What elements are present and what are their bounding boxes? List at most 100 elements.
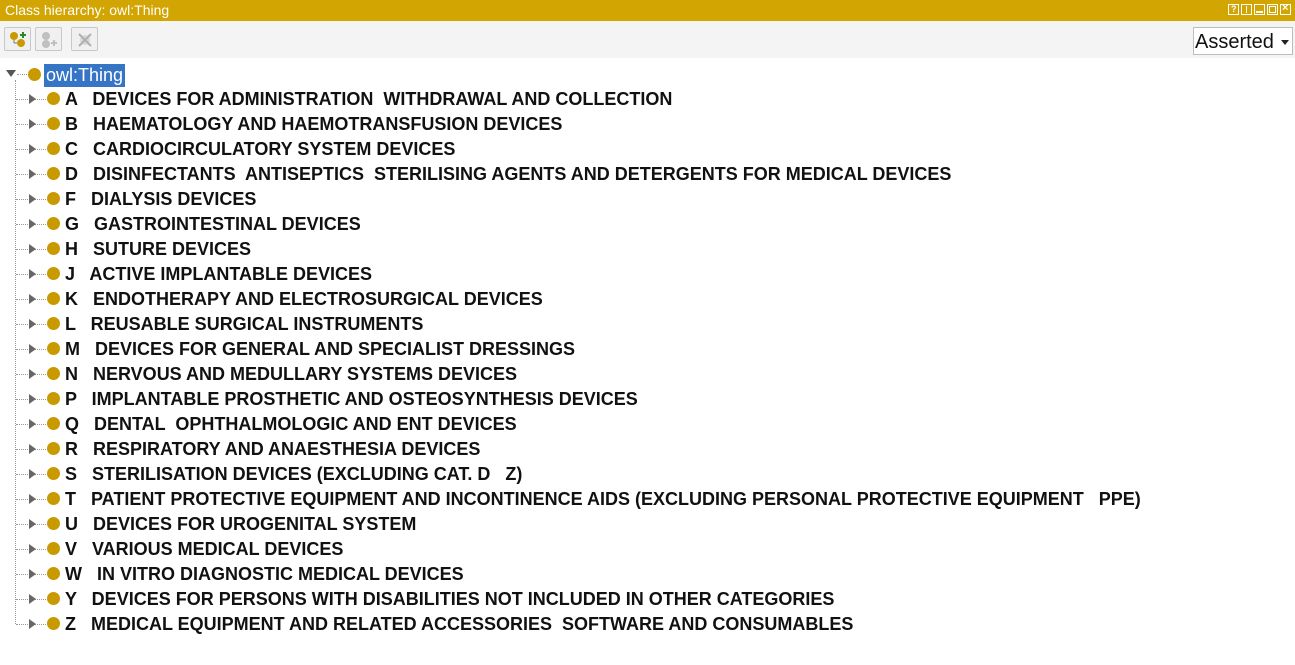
tree-node-label[interactable]: T PATIENT PROTECTIVE EQUIPMENT AND INCON… — [65, 487, 1141, 512]
collapsed-toggle-icon[interactable] — [29, 494, 36, 504]
class-icon — [47, 142, 60, 155]
tree-node[interactable]: Z MEDICAL EQUIPMENT AND RELATED ACCESSOR… — [0, 612, 1290, 637]
tree-node[interactable]: B HAEMATOLOGY AND HAEMOTRANSFUSION DEVIC… — [0, 112, 1290, 137]
collapsed-toggle-icon[interactable] — [29, 419, 36, 429]
tree-node-label[interactable]: W IN VITRO DIAGNOSTIC MEDICAL DEVICES — [65, 562, 464, 587]
tree-node[interactable]: C CARDIOCIRCULATORY SYSTEM DEVICES — [0, 137, 1290, 162]
class-tree: owl:Thing A DEVICES FOR ADMINISTRATION W… — [0, 58, 1295, 665]
tree-node[interactable]: F DIALYSIS DEVICES — [0, 187, 1290, 212]
tree-node[interactable]: S STERILISATION DEVICES (EXCLUDING CAT. … — [0, 462, 1290, 487]
class-icon — [47, 367, 60, 380]
window-controls — [1228, 4, 1291, 15]
tree-node-label[interactable]: N NERVOUS AND MEDULLARY SYSTEMS DEVICES — [65, 362, 517, 387]
chevron-down-icon — [1281, 40, 1289, 45]
collapsed-toggle-icon[interactable] — [29, 319, 36, 329]
collapsed-toggle-icon[interactable] — [29, 269, 36, 279]
class-icon — [47, 342, 60, 355]
tree-node[interactable]: H SUTURE DEVICES — [0, 237, 1290, 262]
tree-node-label[interactable]: J ACTIVE IMPLANTABLE DEVICES — [65, 262, 372, 287]
tree-node[interactable]: J ACTIVE IMPLANTABLE DEVICES — [0, 262, 1290, 287]
collapsed-toggle-icon[interactable] — [29, 619, 36, 629]
tree-node[interactable]: V VARIOUS MEDICAL DEVICES — [0, 537, 1290, 562]
view-title-bar: Class hierarchy: owl:Thing — [0, 0, 1295, 21]
tree-node-label[interactable]: R RESPIRATORY AND ANAESTHESIA DEVICES — [65, 437, 480, 462]
tree-node-label[interactable]: P IMPLANTABLE PROSTHETIC AND OSTEOSYNTHE… — [65, 387, 638, 412]
collapsed-toggle-icon[interactable] — [29, 444, 36, 454]
collapsed-toggle-icon[interactable] — [29, 119, 36, 129]
collapsed-toggle-icon[interactable] — [29, 294, 36, 304]
collapsed-toggle-icon[interactable] — [29, 594, 36, 604]
tree-node[interactable]: W IN VITRO DIAGNOSTIC MEDICAL DEVICES — [0, 562, 1290, 587]
tree-node-label[interactable]: F DIALYSIS DEVICES — [65, 187, 256, 212]
tree-node-label[interactable]: H SUTURE DEVICES — [65, 237, 251, 262]
delete-class-button[interactable] — [71, 27, 98, 51]
collapsed-toggle-icon[interactable] — [29, 94, 36, 104]
tree-node[interactable]: L REUSABLE SURGICAL INSTRUMENTS — [0, 312, 1290, 337]
hierarchy-mode-select[interactable]: Asserted — [1193, 27, 1293, 55]
collapsed-toggle-icon[interactable] — [29, 569, 36, 579]
tree-node-label[interactable]: G GASTROINTESTINAL DEVICES — [65, 212, 361, 237]
tree-root-node[interactable]: owl:Thing — [0, 62, 600, 87]
class-icon — [47, 92, 60, 105]
class-icon — [47, 542, 60, 555]
hierarchy-toolbar — [0, 21, 1295, 58]
tree-node[interactable]: Y DEVICES FOR PERSONS WITH DISABILITIES … — [0, 587, 1290, 612]
collapsed-toggle-icon[interactable] — [29, 244, 36, 254]
split-view-icon[interactable] — [1241, 4, 1252, 15]
tree-node-label[interactable]: D DISINFECTANTS ANTISEPTICS STERILISING … — [65, 162, 951, 187]
collapsed-toggle-icon[interactable] — [29, 394, 36, 404]
collapsed-toggle-icon[interactable] — [29, 469, 36, 479]
tree-node[interactable]: G GASTROINTESTINAL DEVICES — [0, 212, 1290, 237]
collapsed-toggle-icon[interactable] — [29, 369, 36, 379]
tree-node-label[interactable]: S STERILISATION DEVICES (EXCLUDING CAT. … — [65, 462, 522, 487]
view-title: Class hierarchy: owl:Thing — [5, 2, 170, 18]
tree-node-label[interactable]: V VARIOUS MEDICAL DEVICES — [65, 537, 343, 562]
tree-node[interactable]: P IMPLANTABLE PROSTHETIC AND OSTEOSYNTHE… — [0, 387, 1290, 412]
maximize-icon[interactable] — [1267, 4, 1278, 15]
tree-node-label[interactable]: Y DEVICES FOR PERSONS WITH DISABILITIES … — [65, 587, 834, 612]
help-icon[interactable] — [1228, 4, 1239, 15]
class-icon — [47, 317, 60, 330]
class-icon — [47, 117, 60, 130]
tree-node-label[interactable]: A DEVICES FOR ADMINISTRATION WITHDRAWAL … — [65, 87, 672, 112]
class-icon — [47, 292, 60, 305]
collapsed-toggle-icon[interactable] — [29, 344, 36, 354]
hierarchy-mode-value: Asserted — [1195, 31, 1274, 53]
tree-node[interactable]: D DISINFECTANTS ANTISEPTICS STERILISING … — [0, 162, 1290, 187]
expanded-toggle-icon[interactable] — [6, 70, 16, 77]
tree-node[interactable]: Q DENTAL OPHTHALMOLOGIC AND ENT DEVICES — [0, 412, 1290, 437]
add-subclass-button[interactable] — [4, 27, 31, 51]
tree-node[interactable]: M DEVICES FOR GENERAL AND SPECIALIST DRE… — [0, 337, 1290, 362]
add-sibling-class-button[interactable] — [35, 27, 62, 51]
collapsed-toggle-icon[interactable] — [29, 144, 36, 154]
delete-class-icon — [78, 33, 92, 47]
class-icon — [47, 442, 60, 455]
tree-node[interactable]: R RESPIRATORY AND ANAESTHESIA DEVICES — [0, 437, 1290, 462]
collapsed-toggle-icon[interactable] — [29, 169, 36, 179]
class-icon — [47, 492, 60, 505]
close-icon[interactable] — [1280, 4, 1291, 15]
tree-node-label[interactable]: Z MEDICAL EQUIPMENT AND RELATED ACCESSOR… — [65, 612, 853, 637]
class-icon — [47, 242, 60, 255]
tree-node-label[interactable]: C CARDIOCIRCULATORY SYSTEM DEVICES — [65, 137, 455, 162]
tree-node-label[interactable]: Q DENTAL OPHTHALMOLOGIC AND ENT DEVICES — [65, 412, 517, 437]
collapsed-toggle-icon[interactable] — [29, 219, 36, 229]
tree-node-label[interactable]: M DEVICES FOR GENERAL AND SPECIALIST DRE… — [65, 337, 575, 362]
collapsed-toggle-icon[interactable] — [29, 519, 36, 529]
tree-node[interactable]: U DEVICES FOR UROGENITAL SYSTEM — [0, 512, 1290, 537]
tree-node-label[interactable]: K ENDOTHERAPY AND ELECTROSURGICAL DEVICE… — [65, 287, 543, 312]
tree-node[interactable]: T PATIENT PROTECTIVE EQUIPMENT AND INCON… — [0, 487, 1290, 512]
tree-node-label[interactable]: B HAEMATOLOGY AND HAEMOTRANSFUSION DEVIC… — [65, 112, 562, 137]
collapsed-toggle-icon[interactable] — [29, 544, 36, 554]
tree-node[interactable]: N NERVOUS AND MEDULLARY SYSTEMS DEVICES — [0, 362, 1290, 387]
class-icon — [28, 68, 41, 81]
collapsed-toggle-icon[interactable] — [29, 194, 36, 204]
add-sibling-class-icon — [42, 32, 57, 48]
tree-root-label[interactable]: owl:Thing — [44, 64, 126, 87]
tree-node-label[interactable]: L REUSABLE SURGICAL INSTRUMENTS — [65, 312, 423, 337]
tree-node-label[interactable]: U DEVICES FOR UROGENITAL SYSTEM — [65, 512, 416, 537]
tree-node[interactable]: K ENDOTHERAPY AND ELECTROSURGICAL DEVICE… — [0, 287, 1290, 312]
tree-connector — [17, 74, 27, 75]
tree-node[interactable]: A DEVICES FOR ADMINISTRATION WITHDRAWAL … — [0, 87, 1290, 112]
minimize-icon[interactable] — [1254, 4, 1265, 15]
